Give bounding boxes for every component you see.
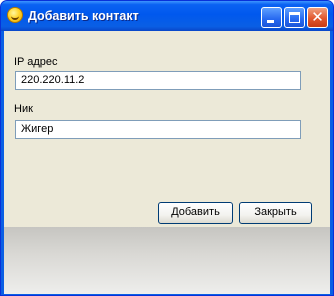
close-button[interactable]: Закрыть — [239, 202, 312, 224]
maximize-icon — [289, 12, 300, 23]
minimize-icon — [267, 20, 274, 23]
window-title: Добавить контакт — [28, 9, 139, 23]
nick-label: Ник — [14, 103, 33, 115]
dialog-body: IP адрес 220.220.11.2 Ник Жигер Добавить… — [4, 31, 330, 294]
dialog-window: Добавить контакт ✕ IP адрес 220.220.11.2… — [0, 0, 334, 296]
maximize-button[interactable] — [284, 7, 305, 28]
close-window-button[interactable]: ✕ — [307, 7, 328, 28]
nick-input[interactable]: Жигер — [15, 120, 301, 139]
ip-address-label: IP адрес — [14, 56, 58, 68]
footer-band — [4, 227, 330, 294]
smiley-icon — [7, 7, 23, 23]
close-icon: ✕ — [311, 8, 324, 26]
title-bar[interactable]: Добавить контакт ✕ — [1, 1, 333, 31]
ip-address-input[interactable]: 220.220.11.2 — [15, 71, 301, 90]
minimize-button[interactable] — [261, 7, 282, 28]
add-button[interactable]: Добавить — [158, 202, 233, 224]
